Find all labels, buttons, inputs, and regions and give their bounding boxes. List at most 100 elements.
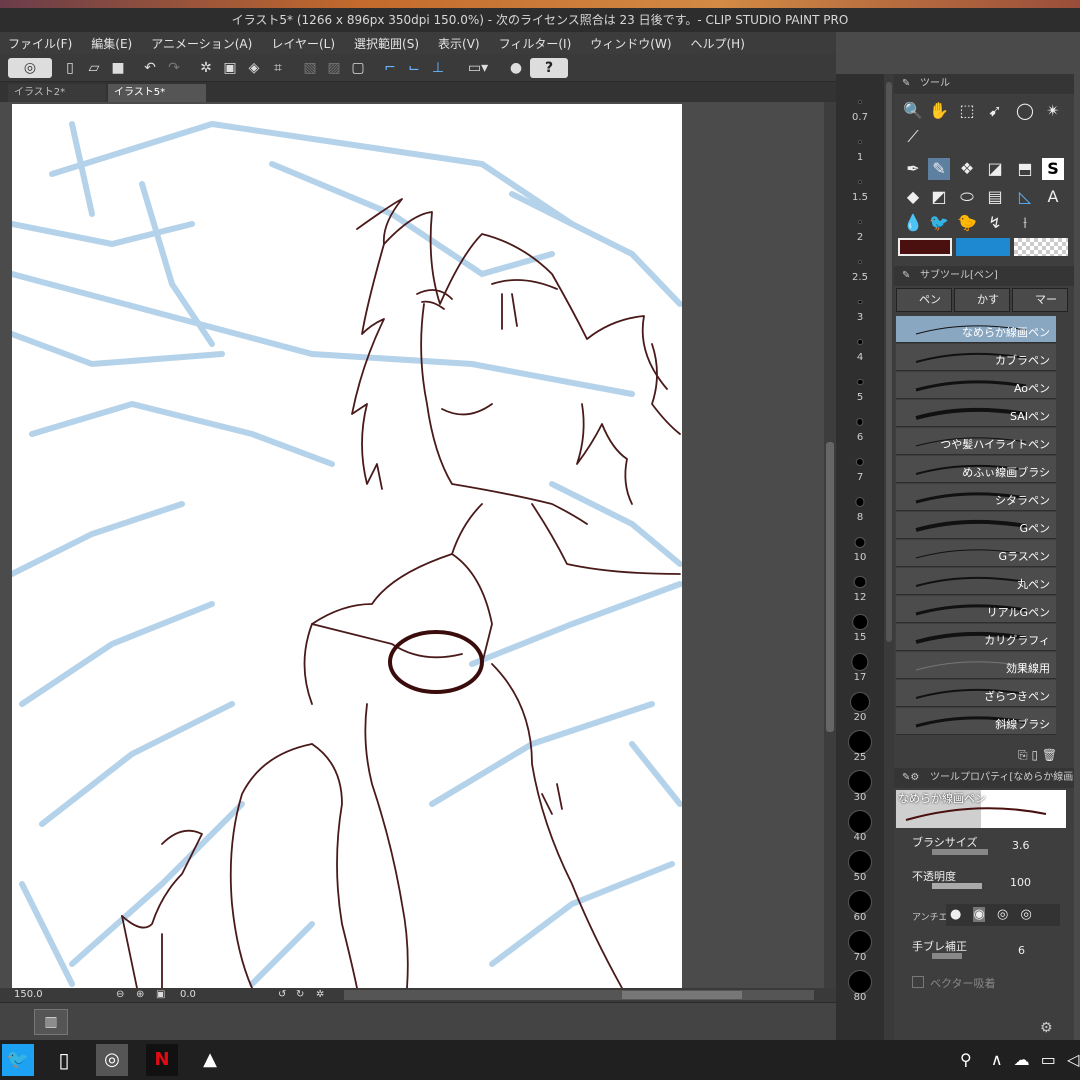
stabilization-slider[interactable] bbox=[932, 953, 962, 959]
open-folder-icon[interactable]: ▱ bbox=[84, 58, 104, 78]
zoom-tool-icon[interactable]: 🔍 bbox=[902, 100, 924, 122]
brush-size-option[interactable]: 80 bbox=[836, 968, 884, 1008]
rotate-left-icon[interactable]: ↺ bbox=[278, 988, 286, 1002]
network-icon[interactable]: ▭ bbox=[1041, 1050, 1056, 1069]
fit-window-icon[interactable]: ▣ bbox=[156, 988, 165, 1002]
pen-tool-icon[interactable]: ✒ bbox=[902, 158, 924, 180]
menu-file[interactable]: ファイル(F) bbox=[8, 35, 72, 52]
clip-studio-taskbar-icon[interactable]: ◎ bbox=[96, 1044, 128, 1076]
magic-wand-icon[interactable]: ✴ bbox=[1042, 100, 1064, 122]
brush-size-option[interactable]: 2 bbox=[836, 208, 884, 248]
drawing-canvas[interactable] bbox=[12, 104, 682, 988]
rotation-value[interactable]: 0.0 bbox=[180, 988, 196, 1002]
brush-size-slider[interactable] bbox=[932, 849, 988, 855]
people-icon[interactable]: ⚲ bbox=[960, 1050, 972, 1069]
eyedropper-icon[interactable]: ⟋ bbox=[902, 126, 924, 148]
brush-size-option[interactable]: 17 bbox=[836, 648, 884, 688]
brush-size-option[interactable]: 50 bbox=[836, 848, 884, 888]
brush-item[interactable]: ざらつきペン bbox=[896, 680, 1056, 707]
tab-illust5[interactable]: イラスト5* bbox=[108, 84, 206, 102]
snap-ruler-icon[interactable]: ⌐ bbox=[380, 58, 400, 78]
invert-selection-icon[interactable]: ▨ bbox=[324, 58, 344, 78]
brush-item[interactable]: Gラスペン bbox=[896, 540, 1056, 567]
cloud-icon[interactable]: ☁ bbox=[1014, 1050, 1030, 1069]
reset-rotation-icon[interactable]: ✲ bbox=[316, 988, 324, 1002]
copy-subtool-icon[interactable]: ⎘ bbox=[1018, 748, 1028, 762]
line-correction-icon[interactable]: ⟊ bbox=[1014, 212, 1036, 234]
new-file-icon[interactable]: ▯ bbox=[60, 58, 80, 78]
snap-grid-icon[interactable]: ⊥ bbox=[428, 58, 448, 78]
antialias-strong-icon[interactable]: ◎ bbox=[1020, 907, 1031, 922]
menu-animation[interactable]: アニメーション(A) bbox=[151, 35, 252, 52]
object-tool-icon[interactable]: ➹ bbox=[984, 100, 1006, 122]
text-tool-icon[interactable]: A bbox=[1042, 186, 1064, 208]
brush-item[interactable]: SAIペン bbox=[896, 400, 1056, 427]
brush-item[interactable]: カリグラフィ bbox=[896, 624, 1056, 651]
brush-size-option[interactable]: 1.5 bbox=[836, 168, 884, 208]
brush-size-option[interactable]: 3 bbox=[836, 288, 884, 328]
fill-icon[interactable]: ◈ bbox=[244, 58, 264, 78]
antialias-options[interactable]: ● ◉ ◎ ◎ bbox=[946, 904, 1060, 926]
correction-tool-icon[interactable]: ↯ bbox=[984, 212, 1006, 234]
show-selection-icon[interactable]: ▢ bbox=[348, 58, 368, 78]
delete-subtool-icon[interactable]: 🗑 bbox=[1042, 748, 1057, 762]
bird-icon[interactable]: 🐦 bbox=[928, 212, 950, 234]
file-icon[interactable]: ▯ bbox=[48, 1044, 80, 1076]
new-subtool-icon[interactable]: ▯ bbox=[1031, 748, 1038, 762]
brush-size-option[interactable]: 2.5 bbox=[836, 248, 884, 288]
brush-size-option[interactable]: 60 bbox=[836, 888, 884, 928]
antialias-medium-icon[interactable]: ◎ bbox=[997, 907, 1008, 922]
brush-item[interactable]: 斜線ブラシ bbox=[896, 708, 1056, 735]
brush-size-option[interactable]: 4 bbox=[836, 328, 884, 368]
photos-icon[interactable]: ▲ bbox=[194, 1044, 226, 1076]
opacity-value[interactable]: 100 bbox=[1010, 876, 1031, 889]
fill-tool-icon[interactable]: ◆ bbox=[902, 186, 924, 208]
brush-item[interactable]: Aoペン bbox=[896, 372, 1056, 399]
scroll-thumb[interactable] bbox=[886, 82, 892, 642]
brush-item[interactable]: Gペン bbox=[896, 512, 1056, 539]
menu-window[interactable]: ウィンドウ(W) bbox=[590, 35, 671, 52]
water-drop-icon[interactable]: 💧 bbox=[902, 212, 924, 234]
hand-tool-icon[interactable]: ✋ bbox=[928, 100, 950, 122]
brush-item[interactable]: 効果線用 bbox=[896, 652, 1056, 679]
zoom-value[interactable]: 150.0 bbox=[14, 988, 43, 1002]
brush-size-option[interactable]: 25 bbox=[836, 728, 884, 768]
opacity-slider[interactable] bbox=[932, 883, 982, 889]
brush-size-option[interactable]: 10 bbox=[836, 528, 884, 568]
netflix-icon[interactable]: N bbox=[146, 1044, 178, 1076]
brush-item[interactable]: めふぃ線画ブラシ bbox=[896, 456, 1056, 483]
subtab-pen[interactable]: ペン bbox=[896, 288, 952, 312]
brush-size-option[interactable]: 40 bbox=[836, 808, 884, 848]
brush-size-option[interactable]: 15 bbox=[836, 608, 884, 648]
transparent-color-swatch[interactable] bbox=[1014, 238, 1068, 256]
clear-icon[interactable]: ✲ bbox=[196, 58, 216, 78]
brush-size-option[interactable]: 70 bbox=[836, 928, 884, 968]
timeline-icon[interactable]: ▥ bbox=[34, 1009, 68, 1035]
display-mode-icon[interactable]: ▭▾ bbox=[460, 58, 496, 78]
redo-icon[interactable]: ↷ bbox=[164, 58, 184, 78]
canvas-vertical-scrollbar[interactable] bbox=[824, 102, 836, 988]
horizontal-scrollbar[interactable] bbox=[344, 990, 814, 1000]
clear-outside-icon[interactable]: ▣ bbox=[220, 58, 240, 78]
chevron-up-icon[interactable]: ∧ bbox=[991, 1050, 1003, 1069]
main-color-swatch[interactable] bbox=[898, 238, 952, 256]
subtab-marker[interactable]: マーカ bbox=[1012, 288, 1068, 328]
snap-special-ruler-icon[interactable]: ⌙ bbox=[404, 58, 424, 78]
stabilization-value[interactable]: 6 bbox=[1018, 944, 1025, 957]
undo-icon[interactable]: ↶ bbox=[140, 58, 160, 78]
text-s-tool-icon[interactable]: S bbox=[1042, 158, 1064, 180]
save-icon[interactable]: ■ bbox=[108, 58, 128, 78]
transform-icon[interactable]: ⌗ bbox=[268, 58, 288, 78]
info-icon[interactable]: ● bbox=[506, 58, 526, 78]
antialias-none-icon[interactable]: ● bbox=[950, 907, 961, 922]
rotate-right-icon[interactable]: ↻ bbox=[296, 988, 304, 1002]
move-layer-tool-icon[interactable]: ⬚ bbox=[956, 100, 978, 122]
antialias-weak-icon[interactable]: ◉ bbox=[973, 907, 985, 922]
vector-snap-checkbox[interactable] bbox=[912, 976, 924, 988]
menu-view[interactable]: 表示(V) bbox=[438, 35, 480, 52]
brush-size-option[interactable]: 0.7 bbox=[836, 88, 884, 128]
sub-color-swatch[interactable] bbox=[956, 238, 1010, 256]
settings-icon[interactable]: ⚙ bbox=[1040, 1020, 1053, 1036]
subtab-kasure[interactable]: かすれ bbox=[954, 288, 1010, 328]
brush-tool-icon[interactable]: ❖ bbox=[956, 158, 978, 180]
